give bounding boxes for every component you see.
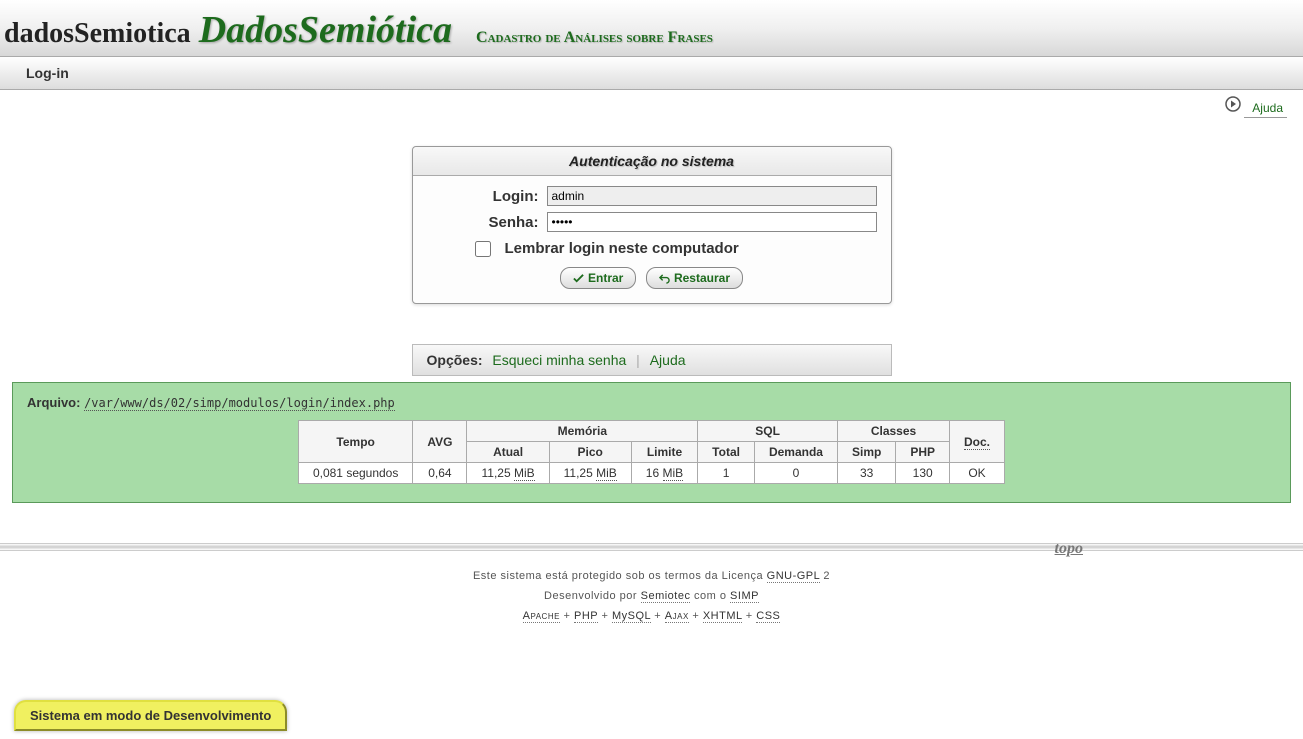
th-tempo: Tempo [298, 421, 412, 463]
th-total: Total [698, 442, 755, 463]
auth-title: Autenticação no sistema [413, 147, 891, 176]
menu-login[interactable]: Log-in [26, 65, 69, 81]
th-sql: SQL [698, 421, 838, 442]
play-icon[interactable] [1225, 96, 1241, 112]
th-pico: Pico [549, 442, 631, 463]
th-classes: Classes [837, 421, 949, 442]
entrar-label: Entrar [588, 271, 623, 285]
help-label: Ajuda [1252, 101, 1283, 115]
check-icon [573, 273, 584, 284]
apache-link[interactable]: Apache [523, 610, 560, 623]
th-demanda: Demanda [754, 442, 837, 463]
header: dadosSemiotica DadosSemiótica Cadastro d… [0, 0, 1303, 57]
footer: Este sistema está protegido sob os termo… [0, 551, 1303, 642]
php-link[interactable]: PHP [574, 610, 598, 623]
th-memoria: Memória [467, 421, 698, 442]
restaurar-button[interactable]: Restaurar [646, 267, 743, 289]
css-link[interactable]: CSS [756, 610, 780, 623]
auth-box: Autenticação no sistema Login: Senha: Le… [412, 146, 892, 304]
tagline: Cadastro de Análises sobre Frases [476, 29, 713, 47]
th-limite: Limite [631, 442, 697, 463]
debug-panel: Arquivo: /var/www/ds/02/simp/modulos/log… [12, 382, 1291, 503]
topo-link[interactable]: topo [1055, 540, 1083, 558]
table-row: 0,081 segundos 0,64 11,25 MiB 11,25 MiB … [298, 463, 1004, 484]
toolbar-right: Ajuda [0, 90, 1303, 118]
menubar: Log-in [0, 57, 1303, 90]
logo-small: dadosSemiotica [4, 18, 191, 50]
restaurar-label: Restaurar [674, 271, 730, 285]
xhtml-link[interactable]: XHTML [703, 610, 742, 623]
forgot-password-link[interactable]: Esqueci minha senha [486, 352, 632, 368]
th-simp: Simp [837, 442, 895, 463]
gnu-gpl-link[interactable]: GNU-GPL [767, 570, 820, 583]
footer-separator: topo [0, 543, 1303, 551]
remember-checkbox[interactable] [475, 241, 491, 257]
undo-icon [659, 273, 670, 284]
help-link[interactable]: Ajuda [1244, 99, 1287, 118]
mysql-link[interactable]: MySQL [612, 610, 651, 623]
th-atual: Atual [467, 442, 549, 463]
semiotec-link[interactable]: Semiotec [641, 590, 691, 603]
senha-label: Senha: [427, 214, 539, 231]
options-bar: Opções: Esqueci minha senha | Ajuda [412, 344, 892, 376]
entrar-button[interactable]: Entrar [560, 267, 636, 289]
arquivo-path: /var/www/ds/02/simp/modulos/login/index.… [84, 396, 395, 411]
simp-link[interactable]: SIMP [730, 590, 759, 603]
senha-input[interactable] [547, 212, 877, 232]
login-label: Login: [427, 188, 539, 205]
dev-mode-badge: Sistema em modo de Desenvolvimento [14, 700, 287, 731]
options-help-link[interactable]: Ajuda [644, 352, 692, 368]
ajax-link[interactable]: Ajax [665, 610, 689, 623]
th-doc: Doc. [964, 435, 990, 450]
th-php: PHP [896, 442, 950, 463]
th-avg: AVG [413, 421, 467, 463]
options-label: Opções: [427, 352, 483, 368]
logo-big: DadosSemiótica [199, 8, 452, 52]
login-input[interactable] [547, 186, 877, 206]
remember-label: Lembrar login neste computador [505, 240, 739, 257]
perf-table: Tempo AVG Memória SQL Classes Doc. Atual… [298, 420, 1005, 484]
arquivo-label: Arquivo: [27, 395, 80, 410]
